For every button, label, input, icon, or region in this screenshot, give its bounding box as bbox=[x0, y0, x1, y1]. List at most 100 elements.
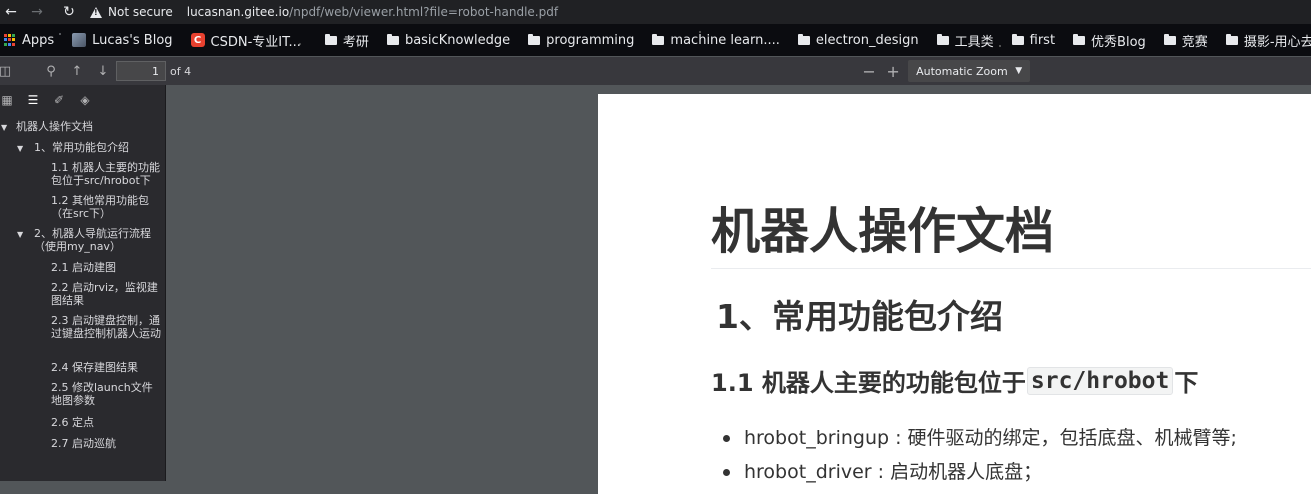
folder-icon bbox=[1073, 33, 1086, 45]
folder-icon bbox=[1225, 33, 1238, 45]
warning-icon bbox=[90, 6, 102, 18]
bookmark-label: 考研 bbox=[342, 34, 369, 50]
subsection-suffix: 下 bbox=[1174, 369, 1199, 397]
outline-icon[interactable]: ☰ bbox=[20, 87, 46, 113]
outline-item-1-1[interactable]: 1.1 机器人主要的功能包位于src/hrobot下 bbox=[51, 161, 163, 187]
outline-item-2-5[interactable]: 2.5 修改launch文件地图参数 bbox=[51, 381, 163, 407]
outline-item-2-6[interactable]: 2.6 定点 bbox=[51, 416, 163, 429]
bookmark-lucas-blog[interactable]: Lucas's Blog bbox=[72, 32, 173, 48]
subsection-heading: 1.1 机器人主要的功能包位于 src/hrobot 下 bbox=[711, 363, 1198, 398]
bookmark-folder-tools[interactable]: 工具类 bbox=[936, 31, 994, 50]
document-title: 机器人操作文档 bbox=[711, 203, 1055, 260]
outline-item-sec1[interactable]: ▼ 1、常用功能包介绍 bbox=[17, 141, 164, 154]
layers-icon[interactable]: ◈ bbox=[72, 87, 98, 113]
bookmark-label: Lucas's Blog bbox=[92, 32, 173, 48]
bookmark-folder-electron-design[interactable]: electron_design bbox=[797, 32, 919, 48]
bookmarks-bar: Apps Lucas's Blog C CSDN-专业IT... 考研 basi… bbox=[0, 24, 1311, 56]
bookmark-folder-good-blog[interactable]: 优秀Blog bbox=[1073, 31, 1146, 50]
bookmark-label: CSDN-专业IT... bbox=[210, 34, 301, 50]
bookmark-csdn[interactable]: C CSDN-专业IT... bbox=[190, 31, 301, 50]
folder-icon bbox=[386, 33, 399, 45]
bookmark-label: 优秀Blog bbox=[1091, 34, 1146, 50]
bullet-list: hrobot_bringup : 硬件驱动的绑定，包括底盘、机械臂等; hrob… bbox=[723, 424, 1237, 492]
outline-item-2-7[interactable]: 2.7 启动巡航 bbox=[51, 437, 163, 450]
attachments-icon[interactable]: ✐ bbox=[46, 87, 72, 113]
subsection-prefix: 1.1 机器人主要的功能包位于 bbox=[711, 369, 1026, 397]
previous-page-icon[interactable]: ↑ bbox=[66, 60, 88, 82]
outline-item-root[interactable]: ▼ 机器人操作文档 bbox=[1, 120, 156, 133]
pdf-page: 机器人操作文档 1、常用功能包介绍 1.1 机器人主要的功能包位于 src/hro… bbox=[598, 94, 1311, 494]
bookmark-apps[interactable]: Apps bbox=[4, 33, 54, 48]
outline-label: 1、常用功能包介绍 bbox=[34, 141, 129, 154]
expand-triangle-icon[interactable]: ▼ bbox=[17, 142, 23, 155]
bookmark-label: 工具类 bbox=[954, 34, 994, 50]
bookmark-label: first bbox=[1029, 32, 1056, 48]
expand-triangle-icon[interactable]: ▼ bbox=[1, 121, 7, 134]
folder-icon bbox=[1163, 33, 1176, 45]
outline-label: 2.7 启动巡航 bbox=[51, 437, 116, 450]
bookmark-label: machine learn.... bbox=[670, 32, 780, 48]
search-icon[interactable]: ⚲ bbox=[40, 60, 62, 82]
chevron-down-icon: ▼ bbox=[1015, 66, 1023, 76]
csdn-favicon: C bbox=[190, 33, 205, 47]
list-item: hrobot_driver : 启动机器人底盘； bbox=[723, 458, 1237, 492]
address-bar: ← → ↻ Not secure lucasnan.gitee.io/npdf/… bbox=[0, 0, 1311, 24]
pdf-toolbar: ◫ ⚲ ↑ ↓ of 4 − + Automatic Zoom ▼ bbox=[0, 57, 1311, 85]
lucas-favicon bbox=[72, 33, 87, 47]
apps-grid-icon bbox=[4, 34, 16, 46]
outline-label: 2、机器人导航运行流程（使用my_nav） bbox=[34, 227, 151, 253]
bookmark-label: programming bbox=[546, 32, 635, 48]
forward-arrow-icon[interactable]: → bbox=[26, 1, 48, 23]
bookmark-folder-basicknowledge[interactable]: basicKnowledge bbox=[386, 32, 511, 48]
bookmark-label: electron_design bbox=[815, 32, 919, 48]
folder-icon bbox=[936, 33, 949, 45]
bookmark-folder-photography[interactable]: 摄影-用心去感受 bbox=[1225, 31, 1311, 50]
bookmark-label: Apps bbox=[22, 32, 55, 48]
bookmark-folder-machine-learning[interactable]: machine learn.... bbox=[652, 32, 780, 48]
expand-triangle-icon[interactable]: ▼ bbox=[17, 228, 23, 241]
outline-item-sec2[interactable]: ▼ 2、机器人导航运行流程（使用my_nav） bbox=[17, 227, 160, 253]
zoom-in-icon[interactable]: + bbox=[882, 60, 904, 82]
outline-item-2-4[interactable]: 2.4 保存建图结果 bbox=[51, 361, 163, 374]
page-number-input[interactable] bbox=[116, 61, 166, 81]
pdf-viewer-container[interactable]: 机器人操作文档 1、常用功能包介绍 1.1 机器人主要的功能包位于 src/hro… bbox=[166, 85, 1311, 494]
bookmark-folder-programming[interactable]: programming bbox=[528, 33, 634, 48]
section-heading: 1、常用功能包介绍 bbox=[716, 297, 1003, 336]
outline-label: 2.1 启动建图 bbox=[51, 261, 116, 274]
bookmark-folder-competition[interactable]: 竞赛 bbox=[1163, 31, 1208, 50]
sidebar-tabs: ▦ ☰ ✐ ◈ bbox=[0, 85, 165, 115]
url-path: /npdf/web/viewer.html?file=robot-handle.… bbox=[289, 5, 559, 19]
folder-icon bbox=[528, 33, 541, 45]
outline-label: 1.1 机器人主要的功能包位于src/hrobot下 bbox=[51, 161, 160, 187]
zoom-select[interactable]: Automatic Zoom ▼ bbox=[908, 60, 1031, 82]
folder-icon bbox=[324, 33, 337, 45]
outline-label: 2.6 定点 bbox=[51, 416, 94, 429]
next-page-icon[interactable]: ↓ bbox=[92, 60, 114, 82]
outline-label: 1.2 其他常用功能包（在src下） bbox=[51, 194, 149, 220]
sidebar-toggle-icon[interactable]: ◫ bbox=[0, 60, 16, 82]
bookmark-folder-first[interactable]: first bbox=[1011, 32, 1056, 48]
outline-item-2-3[interactable]: 2.3 启动键盘控制，通过键盘控制机器人运动 bbox=[51, 314, 163, 340]
folder-icon bbox=[652, 33, 665, 45]
security-label: Not secure bbox=[108, 5, 173, 19]
security-indicator[interactable]: Not secure bbox=[90, 5, 173, 19]
inline-code: src/hrobot bbox=[1026, 366, 1174, 395]
bookmark-folder-kaoyan[interactable]: 考研 bbox=[324, 31, 369, 50]
outline-item-2-1[interactable]: 2.1 启动建图 bbox=[51, 261, 163, 274]
url-host: lucasnan.gitee.io bbox=[186, 5, 290, 19]
outline-item-2-2[interactable]: 2.2 启动rviz，监视建图结果 bbox=[51, 281, 163, 307]
back-arrow-icon[interactable]: ← bbox=[0, 1, 22, 23]
zoom-value: Automatic Zoom bbox=[916, 64, 1008, 78]
url-field[interactable]: lucasnan.gitee.io/npdf/web/viewer.html?f… bbox=[187, 5, 558, 19]
thumbnails-icon[interactable]: ▦ bbox=[0, 87, 20, 113]
bookmark-label: basicKnowledge bbox=[404, 32, 511, 48]
folder-icon bbox=[1011, 33, 1024, 45]
outline-label: 2.4 保存建图结果 bbox=[51, 361, 138, 374]
zoom-out-icon[interactable]: − bbox=[858, 60, 880, 82]
outline-item-1-2[interactable]: 1.2 其他常用功能包（在src下） bbox=[51, 194, 163, 220]
page-count: of 4 bbox=[170, 64, 192, 78]
bookmark-label: 竞赛 bbox=[1181, 34, 1208, 50]
outline-label: 2.3 启动键盘控制，通过键盘控制机器人运动 bbox=[51, 314, 161, 340]
bookmark-label: 摄影-用心去感受 bbox=[1243, 34, 1311, 50]
reload-icon[interactable]: ↻ bbox=[58, 1, 80, 23]
